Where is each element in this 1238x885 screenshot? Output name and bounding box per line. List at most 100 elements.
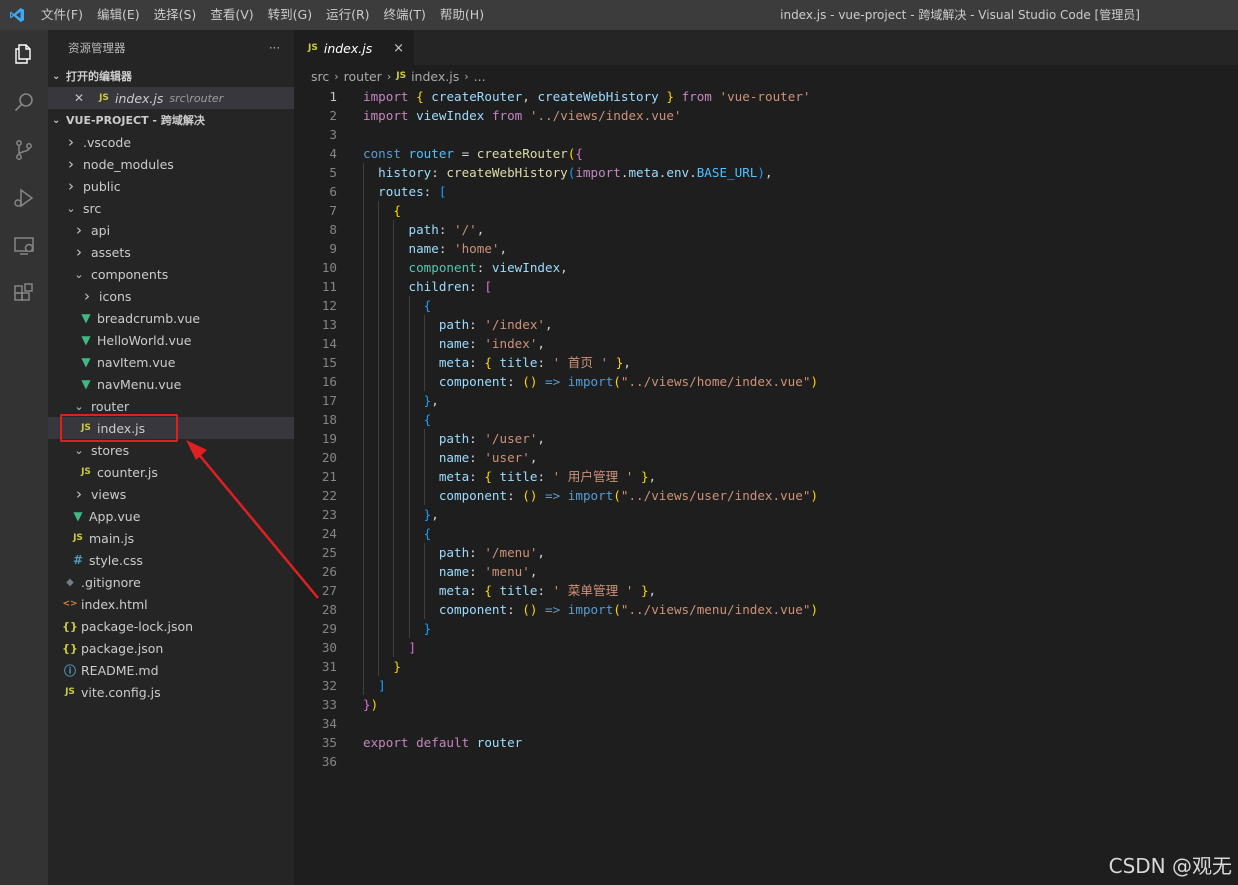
folder-item[interactable]: › .vscode — [48, 131, 294, 153]
vue-file-icon: ▼ — [81, 311, 91, 325]
menu-item[interactable]: 编辑(E) — [90, 0, 147, 30]
code-line[interactable]: 14 name: 'index', — [294, 334, 1238, 353]
tab-index-js[interactable]: JS index.js × — [294, 30, 414, 65]
code-token: : — [469, 279, 485, 294]
code-line[interactable]: 21 meta: { title: ' 用户管理 ' }, — [294, 467, 1238, 486]
breadcrumb-src[interactable]: src — [311, 69, 329, 84]
breadcrumb-router[interactable]: router — [344, 69, 382, 84]
code-line[interactable]: 18 { — [294, 410, 1238, 429]
menu-item[interactable]: 转到(G) — [261, 0, 319, 30]
code-token: path — [438, 431, 470, 446]
code-line[interactable]: 6 routes: [ — [294, 182, 1238, 201]
explorer-icon[interactable] — [0, 30, 48, 78]
menu-item[interactable]: 帮助(H) — [433, 0, 491, 30]
code-line[interactable]: 12 { — [294, 296, 1238, 315]
code-text: component: () => import("../views/user/i… — [363, 486, 818, 505]
file-item[interactable]: JS vite.config.js — [48, 681, 294, 703]
run-debug-icon[interactable] — [0, 174, 48, 222]
code-line[interactable]: 29 } — [294, 619, 1238, 638]
menu-item[interactable]: 文件(F) — [34, 0, 90, 30]
code-line[interactable]: 30 ] — [294, 638, 1238, 657]
code-line[interactable]: 24 { — [294, 524, 1238, 543]
chevron-right-icon: › — [386, 69, 392, 83]
code-token: ' 用户管理 ' — [552, 469, 634, 484]
code-line[interactable]: 11 children: [ — [294, 277, 1238, 296]
folder-item[interactable]: ⌄ components — [48, 263, 294, 285]
open-editor-item[interactable]: ✕ JS index.js src\router — [48, 87, 294, 109]
code-line[interactable]: 33}) — [294, 695, 1238, 714]
code-line[interactable]: 10 component: viewIndex, — [294, 258, 1238, 277]
code-line[interactable]: 13 path: '/index', — [294, 315, 1238, 334]
file-item[interactable]: ⓘ README.md — [48, 659, 294, 681]
line-number: 27 — [321, 583, 337, 598]
project-header[interactable]: ⌄ VUE-PROJECT - 跨域解决 — [48, 109, 294, 131]
breadcrumb-symbol[interactable]: ... — [474, 69, 486, 84]
code-line[interactable]: 23 }, — [294, 505, 1238, 524]
folder-item[interactable]: ⌄ stores — [48, 439, 294, 461]
code-line[interactable]: 4 const router = createRouter({ — [294, 144, 1238, 163]
title-bar: 文件(F) 编辑(E) 选择(S) 查看(V) 转到(G) 运行(R) 终端(T) 帮助(H)… — [0, 0, 1238, 30]
file-item[interactable]: ▼ App.vue — [48, 505, 294, 527]
code-line[interactable]: 28 component: () => import("../views/men… — [294, 600, 1238, 619]
code-token: : — [537, 469, 553, 484]
menu-item[interactable]: 选择(S) — [147, 0, 204, 30]
code-line[interactable]: 25 path: '/menu', — [294, 543, 1238, 562]
folder-item[interactable]: › views — [48, 483, 294, 505]
code-token: createWebHistory — [446, 165, 568, 180]
open-editors-header[interactable]: ⌄ 打开的编辑器 — [48, 65, 294, 87]
code-line[interactable]: 20 name: 'user', — [294, 448, 1238, 467]
file-item[interactable]: ▼ navMenu.vue — [48, 373, 294, 395]
code-editor[interactable]: 1 import { createRouter, createWebHistory… — [294, 87, 1238, 771]
code-line[interactable]: 3 — [294, 125, 1238, 144]
menu-item[interactable]: 终端(T) — [377, 0, 433, 30]
more-actions-icon[interactable]: ··· — [269, 41, 280, 55]
extensions-icon[interactable] — [0, 270, 48, 318]
code-line[interactable]: 22 component: () => import("../views/use… — [294, 486, 1238, 505]
remote-explorer-icon[interactable] — [0, 222, 48, 270]
code-line[interactable]: 32 ] — [294, 676, 1238, 695]
file-item[interactable]: {} package.json — [48, 637, 294, 659]
close-icon[interactable]: ✕ — [74, 91, 88, 105]
code-line[interactable]: 16 component: () => import("../views/hom… — [294, 372, 1238, 391]
folder-item[interactable]: › public — [48, 175, 294, 197]
menu-item[interactable]: 查看(V) — [203, 0, 260, 30]
file-item[interactable]: {} package-lock.json — [48, 615, 294, 637]
code-line[interactable]: 9 name: 'home', — [294, 239, 1238, 258]
folder-item[interactable]: ⌄ src — [48, 197, 294, 219]
code-line[interactable]: 26 name: 'menu', — [294, 562, 1238, 581]
code-line[interactable]: 19 path: '/user', — [294, 429, 1238, 448]
menu-item[interactable]: 运行(R) — [319, 0, 376, 30]
file-item[interactable]: <> index.html — [48, 593, 294, 615]
file-item[interactable]: JS main.js — [48, 527, 294, 549]
code-line[interactable]: 35 export default router — [294, 733, 1238, 752]
code-line[interactable]: 5 history: createWebHistory(import.meta.… — [294, 163, 1238, 182]
file-item[interactable]: ▼ navItem.vue — [48, 351, 294, 373]
search-icon[interactable] — [0, 78, 48, 126]
code-text: ] — [363, 676, 386, 695]
code-token: : — [469, 431, 485, 446]
code-line[interactable]: 27 meta: { title: ' 菜单管理 ' }, — [294, 581, 1238, 600]
code-line[interactable]: 1 import { createRouter, createWebHistory… — [294, 87, 1238, 106]
code-line[interactable]: 7 { — [294, 201, 1238, 220]
file-item[interactable]: JS counter.js — [48, 461, 294, 483]
code-line[interactable]: 34 — [294, 714, 1238, 733]
folder-item[interactable]: › api — [48, 219, 294, 241]
source-control-icon[interactable] — [0, 126, 48, 174]
file-item[interactable]: # style.css — [48, 549, 294, 571]
code-line[interactable]: 8 path: '/', — [294, 220, 1238, 239]
breadcrumb-file[interactable]: index.js — [411, 69, 459, 84]
folder-item[interactable]: › icons — [48, 285, 294, 307]
code-line[interactable]: 17 }, — [294, 391, 1238, 410]
file-item[interactable]: ▼ breadcrumb.vue — [48, 307, 294, 329]
folder-item[interactable]: › assets — [48, 241, 294, 263]
code-token: title — [499, 583, 538, 598]
code-line[interactable]: 31 } — [294, 657, 1238, 676]
code-token: , — [537, 336, 546, 351]
file-item[interactable]: ◆ .gitignore — [48, 571, 294, 593]
code-line[interactable]: 2 import viewIndex from '../views/index.v… — [294, 106, 1238, 125]
code-line[interactable]: 15 meta: { title: ' 首页 ' }, — [294, 353, 1238, 372]
file-item[interactable]: ▼ HelloWorld.vue — [48, 329, 294, 351]
folder-item[interactable]: › node_modules — [48, 153, 294, 175]
code-line[interactable]: 36 — [294, 752, 1238, 771]
close-icon[interactable]: × — [393, 41, 404, 56]
